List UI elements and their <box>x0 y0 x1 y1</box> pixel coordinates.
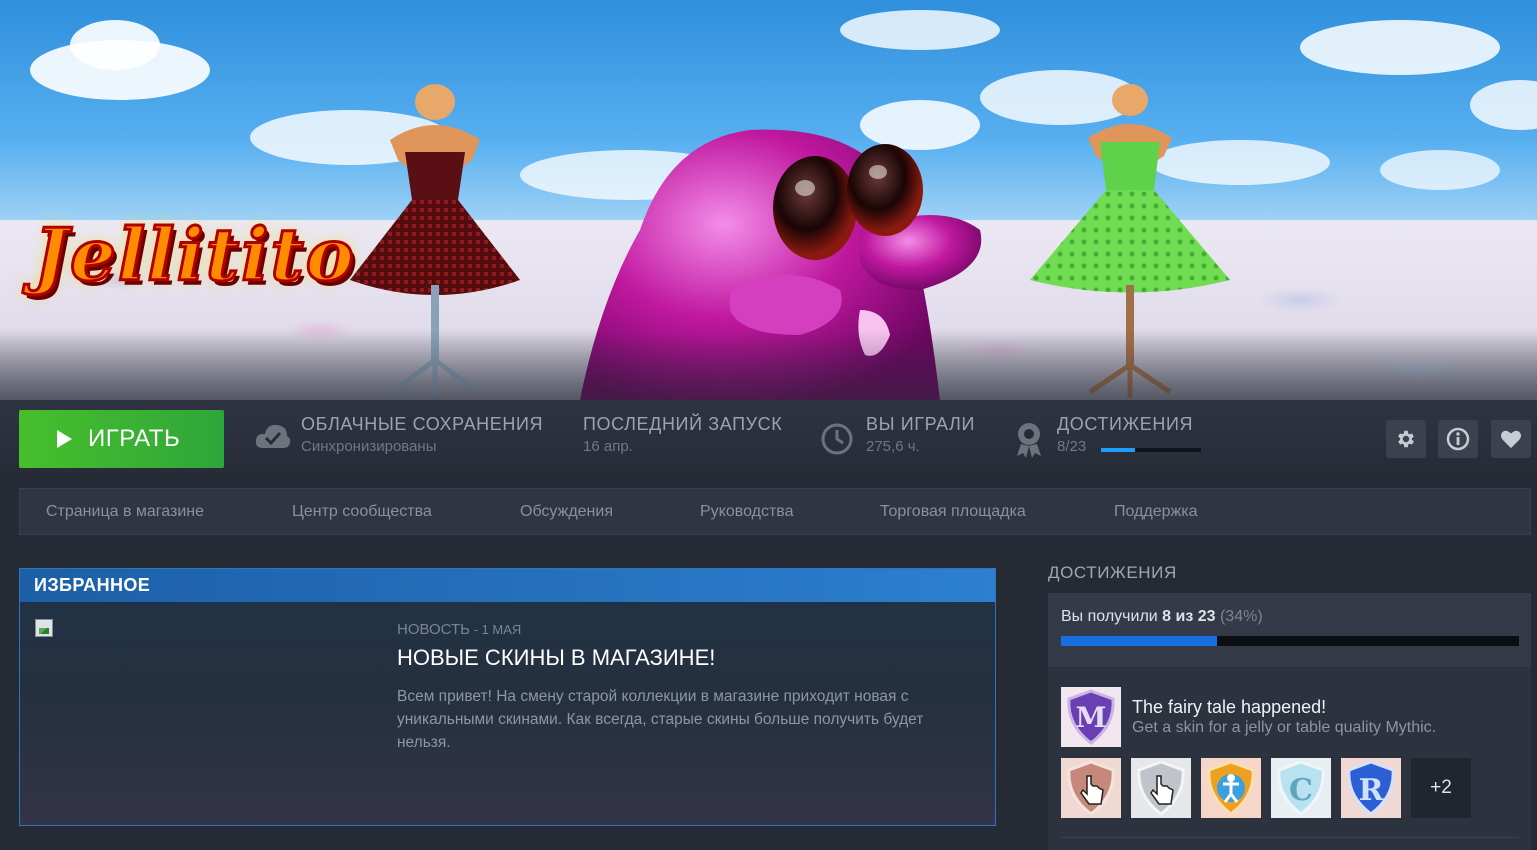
achievements-summary-prefix: Вы получили <box>1061 608 1163 625</box>
game-subnav: Страница в магазине Центр сообщества Обс… <box>19 488 1531 535</box>
playtime-stat: ВЫ ИГРАЛИ 275,6 ч. <box>866 414 975 455</box>
play-icon <box>57 430 72 448</box>
gear-icon <box>1398 430 1414 448</box>
heart-icon <box>1501 430 1521 449</box>
latest-achievement-letter: M <box>1076 701 1107 734</box>
svg-text:R: R <box>1359 773 1385 808</box>
game-action-bar: ИГРАТЬ ОБЛАЧНЫЕ СОХРАНЕНИЯ Синхронизиров… <box>0 400 1537 480</box>
hand-bronze-achievement-icon[interactable] <box>1061 758 1121 818</box>
news-date: - 1 МАЯ <box>470 622 522 637</box>
achievements-progress-bar <box>1061 636 1519 646</box>
cloud-check-icon <box>255 424 291 448</box>
achievements-title: ДОСТИЖЕНИЯ <box>1057 414 1194 434</box>
last-launch-value: 16 апр. <box>583 438 633 455</box>
broken-image-icon <box>35 619 53 637</box>
achievements-mini-progress <box>1101 448 1201 452</box>
achievements-value: 8/23 <box>1057 438 1087 455</box>
latest-achievement-icon[interactable]: M <box>1061 687 1121 747</box>
achievements-summary-count: 8 из 23 <box>1162 608 1216 625</box>
nav-market[interactable]: Торговая площадка <box>880 503 1026 521</box>
nav-discussions[interactable]: Обсуждения <box>520 503 613 521</box>
cloud-saves-value: Синхронизированы <box>301 438 437 455</box>
hand-silver-achievement-icon[interactable] <box>1131 758 1191 818</box>
achievement-icon-row: C R +2 <box>1061 758 1471 818</box>
game-hero-banner: Jellitito <box>0 0 1537 400</box>
letter-c-achievement-icon[interactable]: C <box>1271 758 1331 818</box>
news-type: НОВОСТЬ <box>397 621 471 638</box>
cloud-saves-stat: ОБЛАЧНЫЕ СОХРАНЕНИЯ Синхронизированы <box>301 414 543 455</box>
cloud-saves-title: ОБЛАЧНЫЕ СОХРАНЕНИЯ <box>301 414 544 434</box>
news-meta: НОВОСТЬ - 1 МАЯ <box>397 621 521 638</box>
achievements-summary[interactable]: Вы получили 8 из 23 (34%) <box>1048 593 1531 667</box>
last-launch-title: ПОСЛЕДНИЙ ЗАПУСК <box>583 414 783 434</box>
news-title[interactable]: НОВЫЕ СКИНЫ В МАГАЗИНЕ! <box>397 645 715 671</box>
play-button[interactable]: ИГРАТЬ <box>19 410 224 468</box>
settings-button[interactable] <box>1386 420 1426 458</box>
svg-text:C: C <box>1289 773 1313 808</box>
nav-support[interactable]: Поддержка <box>1114 503 1197 521</box>
latest-achievement-name: The fairy tale happened! <box>1132 697 1327 717</box>
nav-store-page[interactable]: Страница в магазине <box>46 503 204 521</box>
latest-achievement-description: Get a skin for a jelly or table quality … <box>1132 719 1437 736</box>
figure-gold-achievement-icon[interactable] <box>1201 758 1261 818</box>
nav-community-hub[interactable]: Центр сообщества <box>292 503 432 521</box>
playtime-value: 275,6 ч. <box>866 438 920 455</box>
news-body: Всем привет! На смену старой коллекции в… <box>397 688 924 751</box>
letter-r-achievement-icon[interactable]: R <box>1341 758 1401 818</box>
info-button[interactable] <box>1438 420 1478 458</box>
achievement-icon <box>1017 423 1041 458</box>
featured-news-card[interactable]: ИЗБРАННОЕ НОВОСТЬ - 1 МАЯ НОВЫЕ СКИНЫ В … <box>19 568 996 826</box>
game-logo: Jellitito <box>33 211 356 299</box>
last-launch-stat: ПОСЛЕДНИЙ ЗАПУСК 16 апр. <box>583 414 782 455</box>
more-achievements-button[interactable]: +2 <box>1411 758 1471 818</box>
achievements-summary-text: Вы получили 8 из 23 (34%) <box>1061 608 1263 626</box>
achievements-heading: ДОСТИЖЕНИЯ <box>1048 563 1177 582</box>
achievements-divider <box>1061 837 1519 838</box>
clock-icon <box>821 423 853 455</box>
info-icon <box>1446 427 1470 451</box>
achievements-panel: Вы получили 8 из 23 (34%) M The fairy ta… <box>1048 593 1531 850</box>
achievements-summary-pct: (34%) <box>1215 608 1263 625</box>
play-button-label: ИГРАТЬ <box>88 425 181 452</box>
featured-header: ИЗБРАННОЕ <box>20 569 995 602</box>
favorite-button[interactable] <box>1491 420 1531 458</box>
nav-guides[interactable]: Руководства <box>700 503 794 521</box>
playtime-title: ВЫ ИГРАЛИ <box>866 414 975 434</box>
